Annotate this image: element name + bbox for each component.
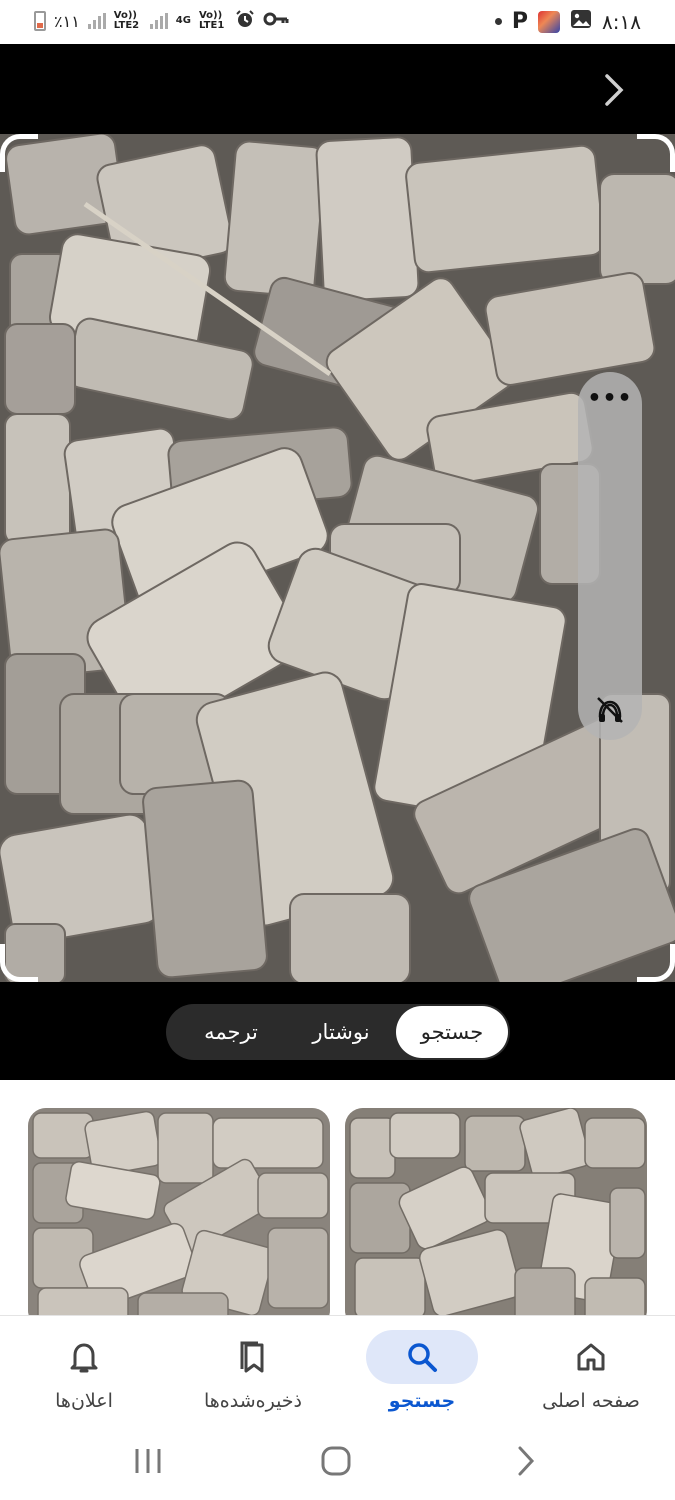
more-options-icon[interactable]: ••• <box>578 386 642 411</box>
battery-icon <box>34 11 46 31</box>
back-icon[interactable] <box>506 1441 546 1481</box>
bookmarks-icon <box>197 1330 309 1384</box>
nav-search-label: جستجو <box>388 1390 456 1412</box>
nav-notifications-label: اعلان‌ها <box>55 1390 113 1412</box>
result-thumbnail-2[interactable] <box>345 1108 647 1315</box>
bell-icon <box>28 1330 140 1384</box>
bricks-photo <box>0 134 675 982</box>
mode-text[interactable]: نوشتار <box>286 1006 396 1058</box>
mode-translate[interactable]: ترجمه <box>176 1006 286 1058</box>
nav-saved-label: ذخیره‌شده‌ها <box>203 1390 303 1412</box>
mode-search[interactable]: جستجو <box>396 1006 508 1058</box>
signal-icon-2 <box>149 13 168 29</box>
crop-corner-bottom-left[interactable] <box>0 944 38 982</box>
bottom-navigation: صفحه اصلی جستجو ذخیره‌شده‌ها اعلان‌ها <box>0 1315 675 1423</box>
app-icon <box>538 10 561 33</box>
key-icon <box>263 11 289 31</box>
crop-corner-top-left[interactable] <box>0 134 38 172</box>
home-circle-icon[interactable] <box>316 1441 356 1481</box>
alarm-icon <box>235 9 255 33</box>
network-type: 4G <box>175 15 191 26</box>
chevron-right-icon[interactable] <box>599 70 629 110</box>
network-label-2: Vo)) LTE1 <box>198 10 225 31</box>
system-navigation <box>0 1423 675 1500</box>
search-icon <box>366 1330 478 1384</box>
mute-off-icon[interactable] <box>594 694 626 726</box>
clock-time: ۸:۱۸ <box>602 9 641 34</box>
home-icon <box>535 1330 647 1384</box>
status-right: P ۸:۱۸ <box>494 9 641 34</box>
signal-icon <box>87 13 106 29</box>
nav-home-label: صفحه اصلی <box>542 1390 640 1412</box>
dot-icon <box>494 18 502 25</box>
result-thumbnail-1[interactable] <box>28 1108 330 1315</box>
nav-saved[interactable]: ذخیره‌شده‌ها <box>169 1316 337 1424</box>
gallery-icon <box>570 9 592 34</box>
lens-mode-bar: جستجو نوشتار ترجمه <box>0 982 675 1080</box>
status-bar: ٪۱۱ Vo)) LTE2 4G Vo)) LTE1 P ۸:۱۸ <box>0 0 675 44</box>
mode-selector[interactable]: جستجو نوشتار ترجمه <box>166 1004 510 1060</box>
network-label-1: Vo)) LTE2 <box>113 10 140 31</box>
floating-control-panel[interactable]: ••• <box>578 372 642 740</box>
nav-search[interactable]: جستجو <box>338 1316 506 1424</box>
results-grid <box>0 1080 675 1315</box>
recents-icon[interactable] <box>128 1441 168 1481</box>
lens-image[interactable] <box>0 134 675 982</box>
pinterest-icon: P <box>511 9 529 34</box>
battery-percent: ٪۱۱ <box>54 11 80 31</box>
crop-corner-top-right[interactable] <box>637 134 675 172</box>
nav-notifications[interactable]: اعلان‌ها <box>0 1316 168 1424</box>
nav-home[interactable]: صفحه اصلی <box>507 1316 675 1424</box>
viewer-header <box>0 44 675 134</box>
status-left: ٪۱۱ Vo)) LTE2 4G Vo)) LTE1 <box>34 9 289 33</box>
